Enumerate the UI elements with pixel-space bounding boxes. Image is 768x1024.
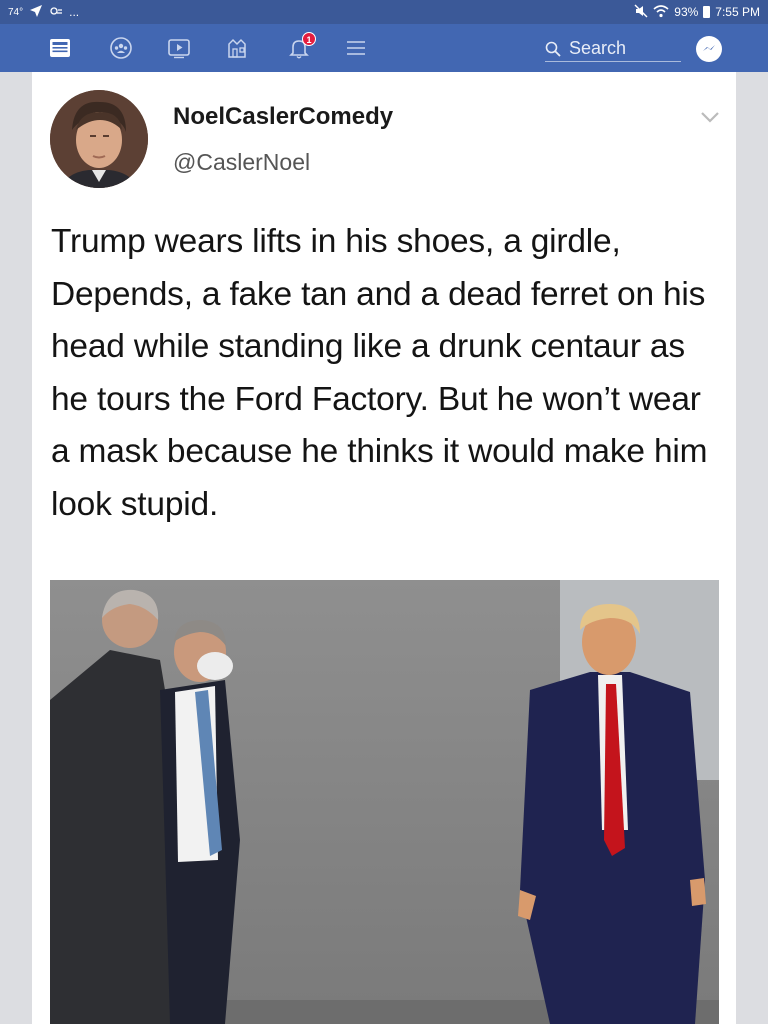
display-name[interactable]: NoelCaslerComedy [173, 103, 393, 131]
mute-icon [634, 4, 648, 21]
battery-icon [703, 6, 711, 18]
search-icon [545, 41, 561, 57]
post-text: Trump wears lifts in his shoes, a girdle… [51, 223, 708, 523]
search-input[interactable]: Search [545, 36, 681, 62]
search-placeholder: Search [569, 38, 627, 58]
battery-percent: 93% [674, 5, 699, 19]
chevron-down-icon[interactable] [698, 108, 722, 126]
watch-icon[interactable] [166, 36, 192, 60]
user-handle[interactable]: @CaslerNoel [173, 149, 310, 176]
marketplace-icon[interactable] [225, 36, 251, 60]
avatar[interactable] [50, 90, 148, 188]
post-photo[interactable] [50, 580, 719, 1024]
groups-icon[interactable] [108, 36, 134, 60]
clock: 7:55 PM [715, 5, 760, 19]
menu-icon[interactable] [343, 36, 369, 60]
news-feed-icon[interactable] [47, 36, 73, 60]
notifications-icon[interactable]: 1 [286, 32, 316, 60]
post-card: NoelCaslerComedy @CaslerNoel Trump wears… [32, 72, 736, 1024]
notification-badge: 1 [302, 32, 316, 46]
wifi-icon [653, 4, 669, 21]
temperature-indicator: 74° [8, 6, 24, 18]
facebook-nav-bar: 1 Search [0, 24, 768, 72]
status-overflow: ... [69, 5, 80, 19]
status-bar: 74° ... 93% 7:55 PM [0, 0, 768, 24]
messenger-icon[interactable] [696, 36, 722, 62]
weather-icon [49, 4, 63, 21]
navigation-arrow-icon [29, 4, 43, 21]
